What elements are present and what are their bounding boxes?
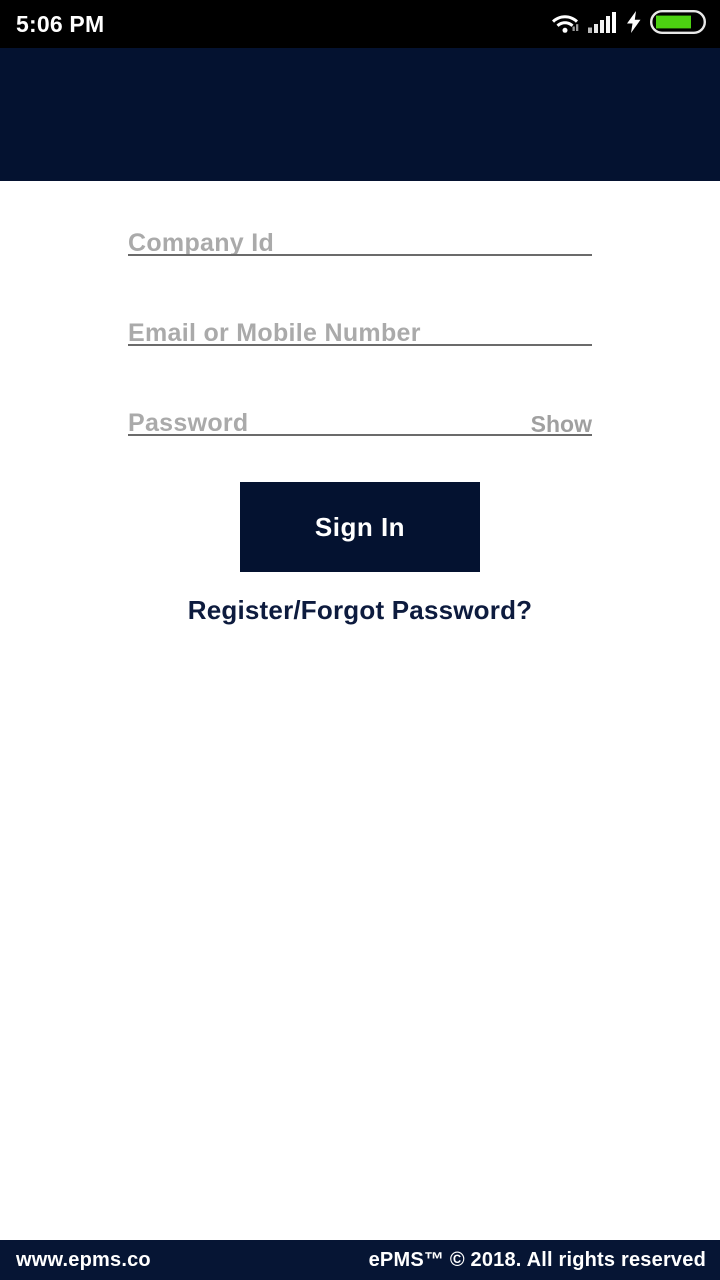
email-or-mobile-input[interactable]: Email or Mobile Number <box>128 321 421 346</box>
field-company-id: Company Id <box>128 211 592 301</box>
password-input[interactable]: Password <box>128 411 249 436</box>
cellular-signal-icon <box>588 11 618 38</box>
footer-bar: www.epms.co ePMS™ © 2018. All rights res… <box>0 1240 720 1280</box>
status-bar-time: 5:06 PM <box>16 10 105 37</box>
email-or-mobile-underline <box>128 344 592 346</box>
sign-in-button[interactable]: Sign In <box>240 482 480 572</box>
register-forgot-password-link[interactable]: Register/Forgot Password? <box>128 595 592 626</box>
field-password: Password Show <box>128 391 592 481</box>
company-id-input[interactable]: Company Id <box>128 231 274 256</box>
charging-bolt-icon <box>627 10 641 38</box>
status-bar-icons <box>551 9 706 39</box>
app-header-band <box>0 48 720 181</box>
battery-icon <box>650 9 706 39</box>
footer-copyright: ePMS™ © 2018. All rights reserved <box>368 1249 706 1271</box>
footer-website-link[interactable]: www.epms.co <box>16 1250 151 1270</box>
company-id-underline <box>128 254 592 256</box>
password-underline <box>128 434 592 436</box>
show-password-button[interactable]: Show <box>531 413 592 436</box>
status-bar: 5:06 PM <box>0 0 720 48</box>
login-form: Company Id Email or Mobile Number Passwo… <box>128 211 592 626</box>
field-email-or-mobile: Email or Mobile Number <box>128 301 592 391</box>
wifi-icon <box>551 11 579 38</box>
